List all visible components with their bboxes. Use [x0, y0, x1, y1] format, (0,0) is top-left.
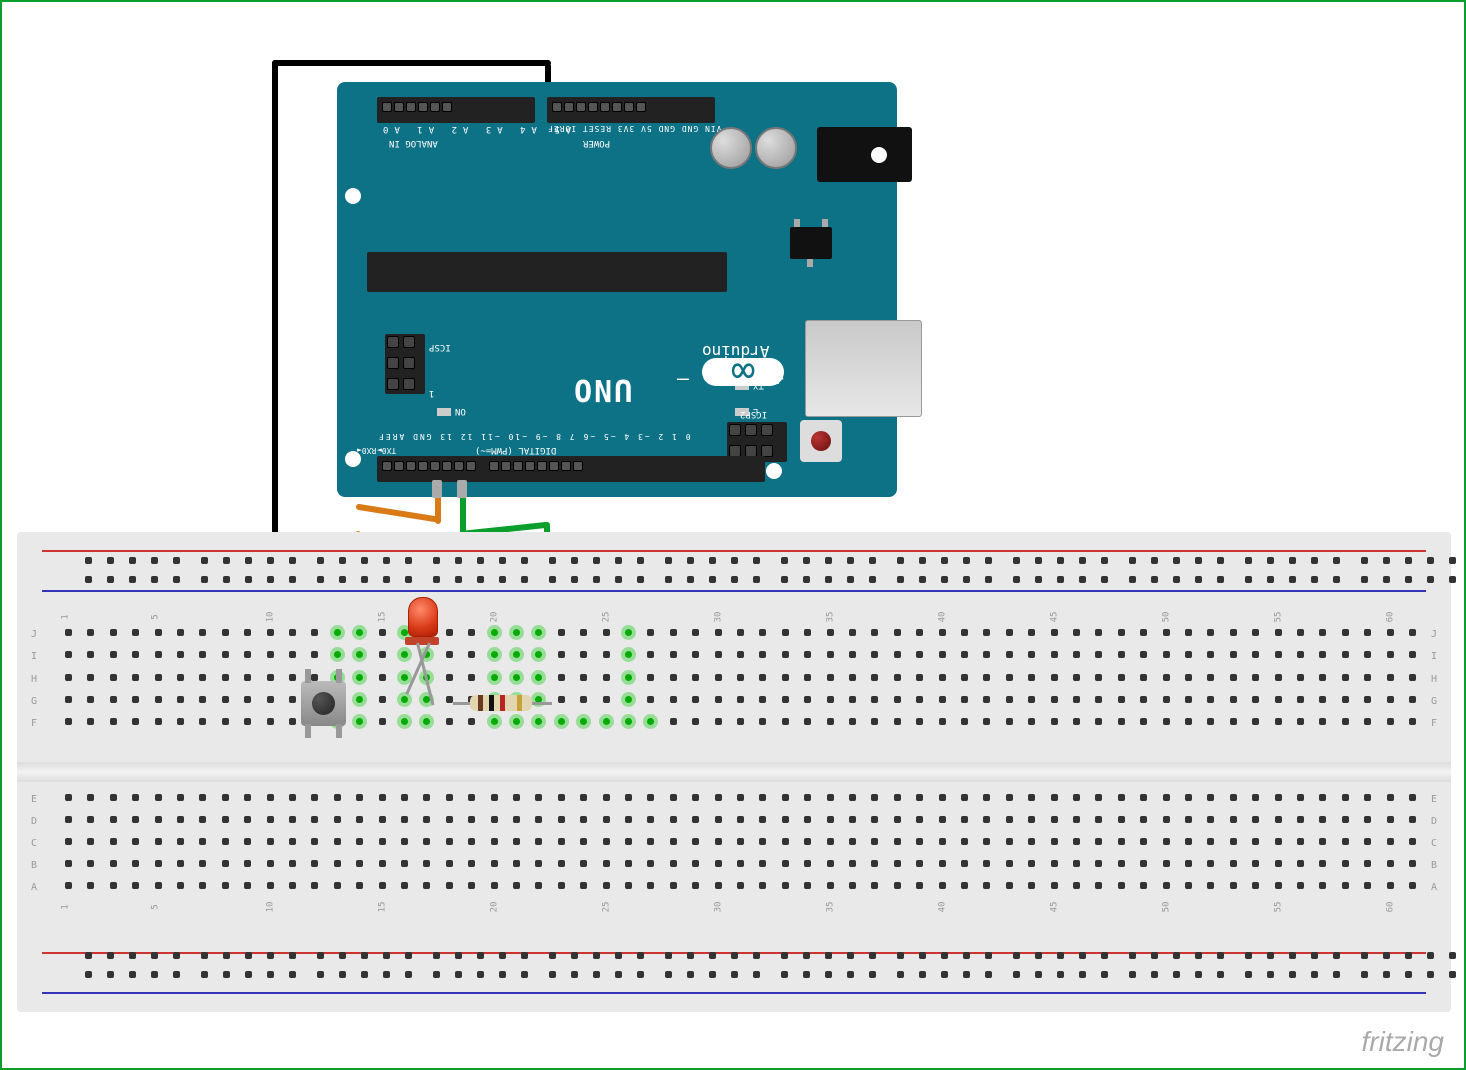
mounting-hole	[766, 463, 782, 479]
rail-blue	[42, 992, 1426, 994]
plus-icon: +	[772, 366, 784, 390]
label-power-section: POWER	[583, 138, 610, 148]
button-leg	[305, 724, 311, 738]
row-label-c: C	[1431, 838, 1437, 849]
minus-icon: –	[677, 366, 689, 390]
watermark-text: fritzing	[1362, 1026, 1444, 1058]
label-rx0: RX0◄	[357, 446, 376, 455]
led-red	[408, 597, 439, 645]
label-icsp1: ICSP	[429, 342, 451, 352]
atmega-dip-chip	[367, 252, 727, 292]
usb-b-port	[805, 320, 922, 417]
arduino-logo: UNO Arduino + –	[572, 372, 632, 407]
resistor-lead-r	[532, 702, 552, 705]
header-digital	[377, 456, 765, 482]
icsp-header-1	[385, 334, 425, 394]
row-label-f: F	[1431, 718, 1437, 729]
row-label-d: D	[31, 816, 37, 827]
capacitor	[755, 127, 797, 169]
row-label-g: G	[1431, 696, 1437, 707]
button-leg	[336, 724, 342, 738]
row-label-i: I	[1431, 651, 1437, 662]
regulator-sot	[790, 227, 832, 259]
label-tx0: TX0►	[377, 446, 396, 455]
row-label-a: A	[1431, 882, 1437, 893]
row-label-c: C	[31, 838, 37, 849]
button-leg	[305, 669, 311, 683]
reset-button	[800, 420, 842, 462]
button-leg	[336, 669, 342, 683]
fritzing-diagram: A5 A4 A3 A2 A1 A0 ANALOG IN VIN GND GND …	[2, 2, 1464, 1068]
label-analog-pins: A5 A4 A3 A2 A1 A0	[377, 124, 571, 134]
resistor-band-3-red	[500, 695, 505, 711]
wire-tip	[432, 480, 442, 498]
breadboard-center-channel	[17, 762, 1451, 782]
mounting-hole	[345, 188, 361, 204]
led-on-indicator	[437, 408, 451, 416]
wire-orange-diag	[356, 504, 442, 523]
row-label-d: D	[1431, 816, 1437, 827]
rail-red	[42, 550, 1426, 552]
row-label-a: A	[31, 882, 37, 893]
resistor	[470, 695, 532, 711]
dc-barrel-jack	[817, 127, 912, 182]
row-label-i: I	[31, 651, 37, 662]
capacitor	[710, 127, 752, 169]
button-cap	[312, 692, 335, 715]
label-icsp1-pin: 1	[429, 388, 434, 398]
mounting-hole	[871, 147, 887, 163]
rail-blue	[42, 590, 1426, 592]
header-analog	[377, 97, 535, 123]
row-label-g: G	[31, 696, 37, 707]
label-analog-section: ANALOG IN	[389, 138, 438, 148]
label-digital-section: DIGITAL (PWM=~)	[475, 445, 556, 455]
row-label-j: J	[31, 629, 37, 640]
row-label-e: E	[31, 794, 37, 805]
row-label-e: E	[1431, 794, 1437, 805]
led-bulb	[408, 597, 438, 637]
header-power	[547, 97, 715, 123]
row-label-h: H	[1431, 674, 1437, 685]
label-power-pins: VIN GND GND 5V 3V3 RESET IOREF	[547, 124, 722, 133]
row-label-b: B	[31, 860, 37, 871]
resistor-band-4-gold	[517, 695, 522, 711]
row-label-b: B	[1431, 860, 1437, 871]
push-button	[301, 681, 346, 726]
label-icsp2: ICSP2	[740, 409, 767, 419]
wire-gnd-horizontal	[272, 60, 551, 66]
label-on: ON	[455, 406, 466, 416]
arduino-uno-board: A5 A4 A3 A2 A1 A0 ANALOG IN VIN GND GND …	[337, 82, 897, 497]
resistor-band-1-brown	[478, 695, 483, 711]
row-label-f: F	[31, 718, 37, 729]
resistor-band-2-black	[489, 695, 494, 711]
wire-tip	[457, 480, 467, 498]
row-label-j: J	[1431, 629, 1437, 640]
breadboard: J I H G F E D C B A J I H G F E D C B A …	[17, 532, 1451, 1012]
row-label-h: H	[31, 674, 37, 685]
label-digital-pins: 0 1 2 ~3 4 ~5 ~6 7 8 ~9 ~10 ~11 12 13 GN…	[377, 432, 691, 441]
logo-uno-text: UNO	[572, 372, 632, 407]
led-rim	[405, 637, 439, 645]
